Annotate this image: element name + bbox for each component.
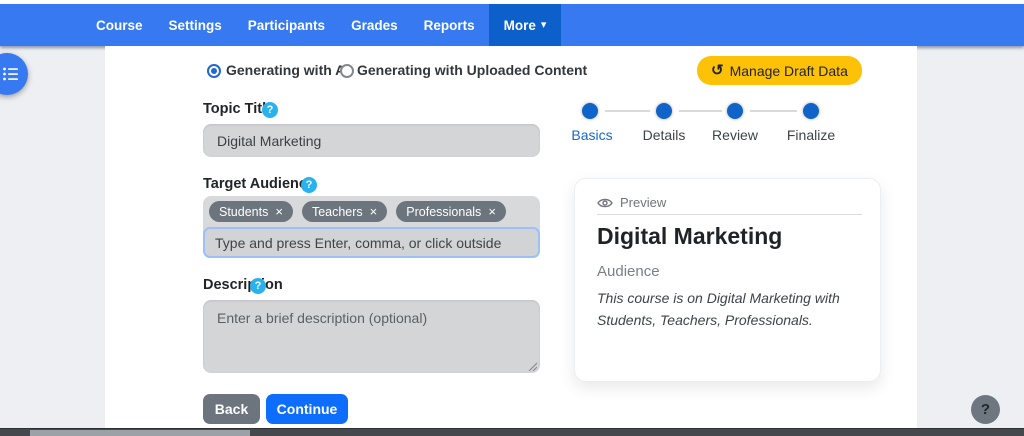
topic-title-input[interactable] [203,124,540,157]
step-connector [750,110,797,112]
audience-tag-input[interactable] [203,227,540,258]
preview-audience-label: Audience [597,263,660,280]
topic-title-help-icon[interactable]: ? [262,102,278,118]
tag-label: Professionals [406,205,481,219]
step-dot-finalize[interactable] [803,103,819,119]
radio-generating-with-uploaded-content[interactable] [340,64,354,78]
history-icon: ↺ [711,63,724,78]
step-dot-review[interactable] [727,103,743,119]
help-button[interactable]: ? [971,395,1000,424]
target-audience-help-icon[interactable]: ? [301,177,317,193]
preview-sentence: This course is on Digital Marketing with… [597,287,859,332]
nav-item-course[interactable]: Course [96,18,143,33]
target-audience-label: Target Audience [203,176,315,192]
step-dot-basics[interactable] [582,103,598,119]
step-connector [679,110,722,112]
audience-tag-teachers[interactable]: Teachers × [302,201,387,222]
tag-label: Students [219,205,268,219]
radio-label-generating-with-ai[interactable]: Generating with AI [226,62,349,78]
description-textarea[interactable] [203,300,540,373]
continue-button[interactable]: Continue [266,394,348,424]
radio-generating-with-ai[interactable] [207,64,221,78]
tag-label: Teachers [312,205,363,219]
step-connector [605,110,650,112]
description-label: Description [203,277,283,293]
tag-remove-icon[interactable]: × [488,205,496,218]
nav-item-participants[interactable]: Participants [248,18,325,33]
nav-item-settings[interactable]: Settings [169,18,222,33]
eye-icon [597,197,613,209]
course-index-drawer-button[interactable] [0,53,28,95]
nav-items: Course Settings Participants Grades Repo… [96,4,561,46]
tag-remove-icon[interactable]: × [275,205,283,218]
preview-header: Preview [597,195,666,210]
list-icon [3,67,19,81]
manage-draft-data-label: Manage Draft Data [730,63,848,79]
nav-item-grades[interactable]: Grades [351,18,398,33]
nav-item-reports[interactable]: Reports [424,18,475,33]
preview-title: Digital Marketing [597,223,782,250]
step-dot-details[interactable] [656,103,672,119]
screen: Course Settings Participants Grades Repo… [0,0,1024,436]
tag-remove-icon[interactable]: × [370,205,378,218]
step-label-review: Review [693,127,777,143]
preview-card: Preview Digital Marketing Audience This … [574,178,881,382]
chevron-down-icon: ▾ [541,20,547,31]
manage-draft-data-button[interactable]: ↺ Manage Draft Data [697,56,862,85]
preview-header-label: Preview [620,195,666,210]
back-button[interactable]: Back [203,394,260,424]
more-label: More [504,18,536,33]
audience-tag-students[interactable]: Students × [209,201,293,222]
audience-tag-professionals[interactable]: Professionals × [396,201,506,222]
nav-item-more[interactable]: More ▾ [489,4,562,46]
horizontal-scrollbar-thumb[interactable] [30,430,250,436]
description-help-icon[interactable]: ? [250,278,266,294]
top-navbar: Course Settings Participants Grades Repo… [0,4,1024,46]
step-label-finalize: Finalize [769,127,853,143]
preview-divider [597,214,862,215]
radio-label-generating-with-uploaded-content[interactable]: Generating with Uploaded Content [357,62,587,78]
